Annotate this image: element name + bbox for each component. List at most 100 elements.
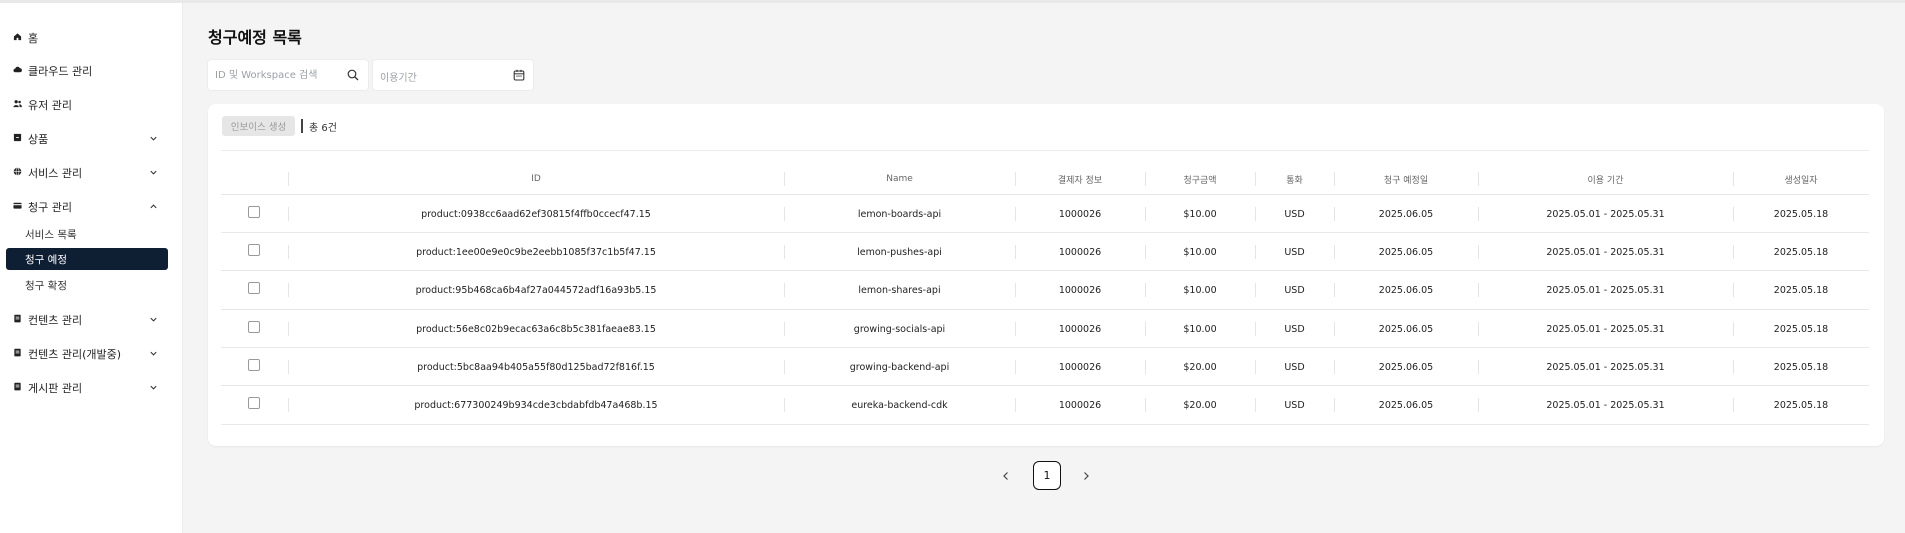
row-checkbox[interactable] [248,244,260,256]
cell-usage-period: 2025.05.01 - 2025.05.31 [1546,284,1665,296]
cell-amount: $10.00 [1183,208,1217,220]
sidebar-item-label: 상품 [28,133,49,146]
cell-payer: 1000026 [1058,399,1102,411]
cell-billing-date: 2025.06.05 [1378,399,1434,411]
column-header-payer[interactable]: 결제자 정보 [1015,164,1145,194]
chevron-down-icon[interactable] [149,134,158,143]
cell-name: growing-socials-api [853,323,946,335]
cell-currency: USD [1284,323,1305,335]
sidebar-item-label: 컨텐츠 관리(개발중) [28,348,122,361]
table-row[interactable]: product:56e8c02b9ecac63a6c8b5c381faeae83… [221,309,1869,347]
search-input[interactable] [215,67,335,83]
create-invoice-button[interactable]: 인보이스 생성 [222,116,295,136]
sidebar-subitem-service-list[interactable]: 서비스 목록 [6,223,168,245]
table-row[interactable]: product:1ee00e9e0c9be2eebb1085f37c1b5f47… [221,232,1869,270]
sidebar-item-home[interactable]: 홈 [0,26,183,48]
page-button-current[interactable]: 1 [1033,461,1061,490]
sidebar-item-billing[interactable]: 청구 관리 [0,195,183,217]
home-icon [13,32,22,41]
date-range-picker[interactable]: 이용기간 [373,60,533,90]
cell-currency: USD [1284,361,1305,373]
sidebar-subitem-label: 청구 예정 [25,254,67,266]
table-row[interactable]: product:677300249b934cde3cbdabfdb47a468b… [221,385,1869,423]
sidebar-item-label: 클라우드 관리 [28,65,93,78]
row-checkbox[interactable] [248,359,260,371]
chevron-down-icon[interactable] [149,168,158,177]
sidebar-item-contents-dev[interactable]: 컨텐츠 관리(개발중) [0,342,183,364]
row-checkbox[interactable] [248,282,260,294]
column-header-id[interactable]: ID [288,164,784,194]
cell-name: growing-backend-api [849,361,950,373]
chevron-down-icon[interactable] [149,383,158,392]
billing-list-card: 인보이스 생성 총 6건 ID Name 결제자 정보 청구금액 통화 청구 예… [208,104,1884,446]
table-row[interactable]: product:95b468ca6b4af27a044572adf16a93b5… [221,270,1869,308]
document-icon [13,382,22,391]
column-header-created-date[interactable]: 생성일자 [1733,164,1869,194]
pagination: 1 [1000,461,1105,491]
cell-payer: 1000026 [1058,284,1102,296]
sidebar-subitem-billing-confirmed[interactable]: 청구 확정 [6,274,168,296]
cell-billing-date: 2025.06.05 [1378,208,1434,220]
cell-payer: 1000026 [1058,361,1102,373]
sidebar-item-board[interactable]: 게시판 관리 [0,376,183,398]
table-header: ID Name 결제자 정보 청구금액 통화 청구 예정일 이용 기간 생성일자 [221,164,1869,194]
sidebar-item-label: 청구 관리 [28,201,72,214]
sidebar-item-cloud[interactable]: 클라우드 관리 [0,59,183,81]
sidebar-item-products[interactable]: 상품 [0,127,183,149]
cell-amount: $10.00 [1183,323,1217,335]
search-icon[interactable] [347,69,359,81]
cell-created-date: 2025.05.18 [1773,246,1829,258]
sidebar-subitem-label: 서비스 목록 [25,229,77,241]
cell-id: product:56e8c02b9ecac63a6c8b5c381faeae83… [416,323,656,335]
cell-amount: $20.00 [1183,361,1217,373]
column-header-currency[interactable]: 통화 [1255,164,1334,194]
table-row[interactable]: product:0938cc6aad62ef30815f4ffb0ccecf47… [221,194,1869,232]
sidebar-item-contents[interactable]: 컨텐츠 관리 [0,308,183,330]
row-checkbox[interactable] [248,206,260,218]
column-header-name[interactable]: Name [784,164,1015,194]
cell-id: product:677300249b934cde3cbdabfdb47a468b… [414,399,658,411]
top-border [0,0,1905,3]
calendar-icon[interactable] [513,69,525,81]
cell-id: product:95b468ca6b4af27a044572adf16a93b5… [415,284,657,296]
chevron-left-icon[interactable] [1000,470,1012,482]
document-icon [13,348,22,357]
cell-billing-date: 2025.06.05 [1378,361,1434,373]
chevron-down-icon[interactable] [149,349,158,358]
sidebar-subitem-billing-scheduled[interactable]: 청구 예정 [6,248,168,270]
chevron-down-icon[interactable] [149,315,158,324]
cell-usage-period: 2025.05.01 - 2025.05.31 [1546,361,1665,373]
cell-id: product:0938cc6aad62ef30815f4ffb0ccecf47… [421,208,651,220]
page-title: 청구예정 목록 [208,28,302,47]
cell-currency: USD [1284,208,1305,220]
column-header-amount[interactable]: 청구금액 [1145,164,1255,194]
card-icon [13,201,22,210]
sidebar-item-label: 유저 관리 [28,99,72,112]
cloud-icon [13,65,22,74]
row-checkbox[interactable] [248,321,260,333]
cell-currency: USD [1284,246,1305,258]
cell-id: product:1ee00e9e0c9be2eebb1085f37c1b5f47… [416,246,656,258]
cell-billing-date: 2025.06.05 [1378,284,1434,296]
table-row[interactable]: product:5bc8aa94b405a55f80d125bad72f816f… [221,347,1869,385]
sidebar-item-label: 서비스 관리 [28,167,83,180]
chevron-right-icon[interactable] [1080,470,1092,482]
sidebar-item-services[interactable]: 서비스 관리 [0,161,183,183]
box-icon [13,133,22,142]
column-header-billing-date[interactable]: 청구 예정일 [1334,164,1478,194]
cell-currency: USD [1284,399,1305,411]
cell-usage-period: 2025.05.01 - 2025.05.31 [1546,246,1665,258]
column-header-usage-period[interactable]: 이용 기간 [1478,164,1733,194]
cell-payer: 1000026 [1058,323,1102,335]
sidebar-subitem-label: 청구 확정 [25,280,67,292]
document-icon [13,314,22,323]
cell-name: lemon-shares-api [858,284,941,296]
search-field[interactable] [208,60,368,90]
total-count: 총 6건 [309,123,337,134]
chevron-up-icon[interactable] [149,202,158,211]
cell-payer: 1000026 [1058,208,1102,220]
sidebar-item-users[interactable]: 유저 관리 [0,93,183,115]
row-checkbox[interactable] [248,397,260,409]
cell-created-date: 2025.05.18 [1773,399,1829,411]
cell-name: eureka-backend-cdk [851,399,948,411]
